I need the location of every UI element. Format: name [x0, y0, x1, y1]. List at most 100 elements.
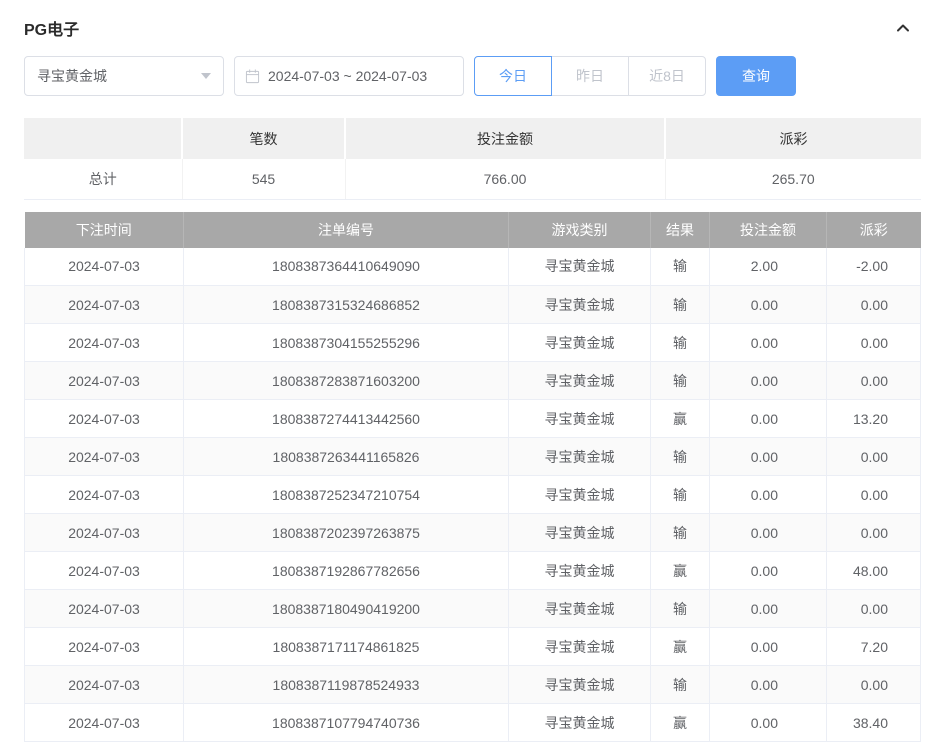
search-button[interactable]: 查询 [716, 56, 796, 96]
bet-date: 2024-07-03 [25, 666, 184, 704]
order-id: 1808387192867782656 [184, 552, 509, 590]
payout: 0.00 [827, 666, 921, 704]
order-id: 1808387274413442560 [184, 400, 509, 438]
game-type: 寻宝黄金城 [509, 552, 651, 590]
result: 输 [651, 362, 710, 400]
order-id: 1808387304155255296 [184, 324, 509, 362]
table-row: 2024-07-03 1808387180490419200 寻宝黄金城 输 0… [25, 590, 921, 628]
summary-header-payout: 派彩 [665, 118, 921, 159]
order-id: 1808387119878524933 [184, 666, 509, 704]
order-id: 1808387283871603200 [184, 362, 509, 400]
bet-date: 2024-07-03 [25, 286, 184, 324]
bet-table-body: 2024-07-03 1808387364410649090 寻宝黄金城 输 2… [25, 248, 921, 742]
order-id: 1808387263441165826 [184, 438, 509, 476]
table-row: 2024-07-03 1808387274413442560 寻宝黄金城 赢 0… [25, 400, 921, 438]
bet-amount: 0.00 [710, 666, 827, 704]
result: 输 [651, 286, 710, 324]
result: 输 [651, 666, 710, 704]
bet-date: 2024-07-03 [25, 324, 184, 362]
result: 输 [651, 476, 710, 514]
header-game-type: 游戏类别 [509, 212, 651, 248]
table-row: 2024-07-03 1808387107794740736 寻宝黄金城 赢 0… [25, 704, 921, 742]
game-type: 寻宝黄金城 [509, 666, 651, 704]
game-type: 寻宝黄金城 [509, 362, 651, 400]
table-row: 2024-07-03 1808387283871603200 寻宝黄金城 输 0… [25, 362, 921, 400]
payout: 7.20 [827, 628, 921, 666]
bet-amount: 0.00 [710, 704, 827, 742]
game-select[interactable]: 寻宝黄金城 [24, 56, 224, 96]
table-row: 2024-07-03 1808387171174861825 寻宝黄金城 赢 0… [25, 628, 921, 666]
bet-date: 2024-07-03 [25, 362, 184, 400]
yesterday-button[interactable]: 昨日 [551, 56, 629, 96]
summary-header-row: 笔数 投注金额 派彩 [24, 118, 921, 159]
bet-amount: 0.00 [710, 476, 827, 514]
header-result: 结果 [651, 212, 710, 248]
panel-header: PG电子 [24, 14, 921, 42]
summary-total-bet-amount: 766.00 [345, 159, 665, 199]
today-button[interactable]: 今日 [474, 56, 552, 96]
bet-date: 2024-07-03 [25, 514, 184, 552]
bet-table: 下注时间 注单编号 游戏类别 结果 投注金额 派彩 2024-07-03 180… [24, 212, 921, 742]
result: 输 [651, 248, 710, 286]
table-row: 2024-07-03 1808387315324686852 寻宝黄金城 输 0… [25, 286, 921, 324]
payout: 0.00 [827, 438, 921, 476]
payout: 0.00 [827, 286, 921, 324]
bet-date: 2024-07-03 [25, 590, 184, 628]
bet-date: 2024-07-03 [25, 248, 184, 286]
bet-amount: 0.00 [710, 590, 827, 628]
table-row: 2024-07-03 1808387263441165826 寻宝黄金城 输 0… [25, 438, 921, 476]
game-select-value: 寻宝黄金城 [37, 66, 107, 86]
result: 赢 [651, 400, 710, 438]
collapse-chevron-up-icon[interactable] [895, 20, 911, 36]
payout: 0.00 [827, 324, 921, 362]
header-bet-amount: 投注金额 [710, 212, 827, 248]
chevron-down-icon [201, 73, 211, 79]
summary-total-count: 545 [182, 159, 345, 199]
table-row: 2024-07-03 1808387192867782656 寻宝黄金城 赢 0… [25, 552, 921, 590]
payout: -2.00 [827, 248, 921, 286]
table-row: 2024-07-03 1808387119878524933 寻宝黄金城 输 0… [25, 666, 921, 704]
calendar-icon [245, 69, 260, 84]
header-bet-time: 下注时间 [25, 212, 184, 248]
summary-table: 笔数 投注金额 派彩 总计 545 766.00 265.70 [24, 118, 921, 200]
bet-amount: 0.00 [710, 362, 827, 400]
bet-amount: 2.00 [710, 248, 827, 286]
order-id: 1808387252347210754 [184, 476, 509, 514]
date-range-input[interactable]: 2024-07-03 ~ 2024-07-03 [234, 56, 464, 96]
result: 赢 [651, 628, 710, 666]
result: 输 [651, 324, 710, 362]
bet-amount: 0.00 [710, 400, 827, 438]
pg-panel: PG电子 寻宝黄金城 2024-07-03 ~ 2024-07-03 今日昨日近… [0, 0, 927, 742]
result: 赢 [651, 704, 710, 742]
order-id: 1808387107794740736 [184, 704, 509, 742]
bet-date: 2024-07-03 [25, 704, 184, 742]
summary-total-row: 总计 545 766.00 265.70 [24, 159, 921, 199]
bet-amount: 0.00 [710, 438, 827, 476]
bet-date: 2024-07-03 [25, 400, 184, 438]
table-row: 2024-07-03 1808387304155255296 寻宝黄金城 输 0… [25, 324, 921, 362]
bet-amount: 0.00 [710, 552, 827, 590]
game-type: 寻宝黄金城 [509, 400, 651, 438]
table-row: 2024-07-03 1808387252347210754 寻宝黄金城 输 0… [25, 476, 921, 514]
payout: 0.00 [827, 514, 921, 552]
bet-date: 2024-07-03 [25, 552, 184, 590]
bet-date: 2024-07-03 [25, 628, 184, 666]
quick-range-group: 今日昨日近8日 [474, 56, 706, 96]
game-type: 寻宝黄金城 [509, 248, 651, 286]
payout: 0.00 [827, 476, 921, 514]
game-type: 寻宝黄金城 [509, 590, 651, 628]
result: 输 [651, 590, 710, 628]
result: 赢 [651, 552, 710, 590]
filter-row: 寻宝黄金城 2024-07-03 ~ 2024-07-03 今日昨日近8日 查询 [24, 56, 921, 96]
game-type: 寻宝黄金城 [509, 704, 651, 742]
order-id: 1808387180490419200 [184, 590, 509, 628]
bet-date: 2024-07-03 [25, 438, 184, 476]
order-id: 1808387202397263875 [184, 514, 509, 552]
table-row: 2024-07-03 1808387364410649090 寻宝黄金城 输 2… [25, 248, 921, 286]
game-type: 寻宝黄金城 [509, 438, 651, 476]
order-id: 1808387364410649090 [184, 248, 509, 286]
order-id: 1808387171174861825 [184, 628, 509, 666]
page-title: PG电子 [24, 16, 79, 40]
payout: 0.00 [827, 590, 921, 628]
last-8-days-button[interactable]: 近8日 [628, 56, 706, 96]
